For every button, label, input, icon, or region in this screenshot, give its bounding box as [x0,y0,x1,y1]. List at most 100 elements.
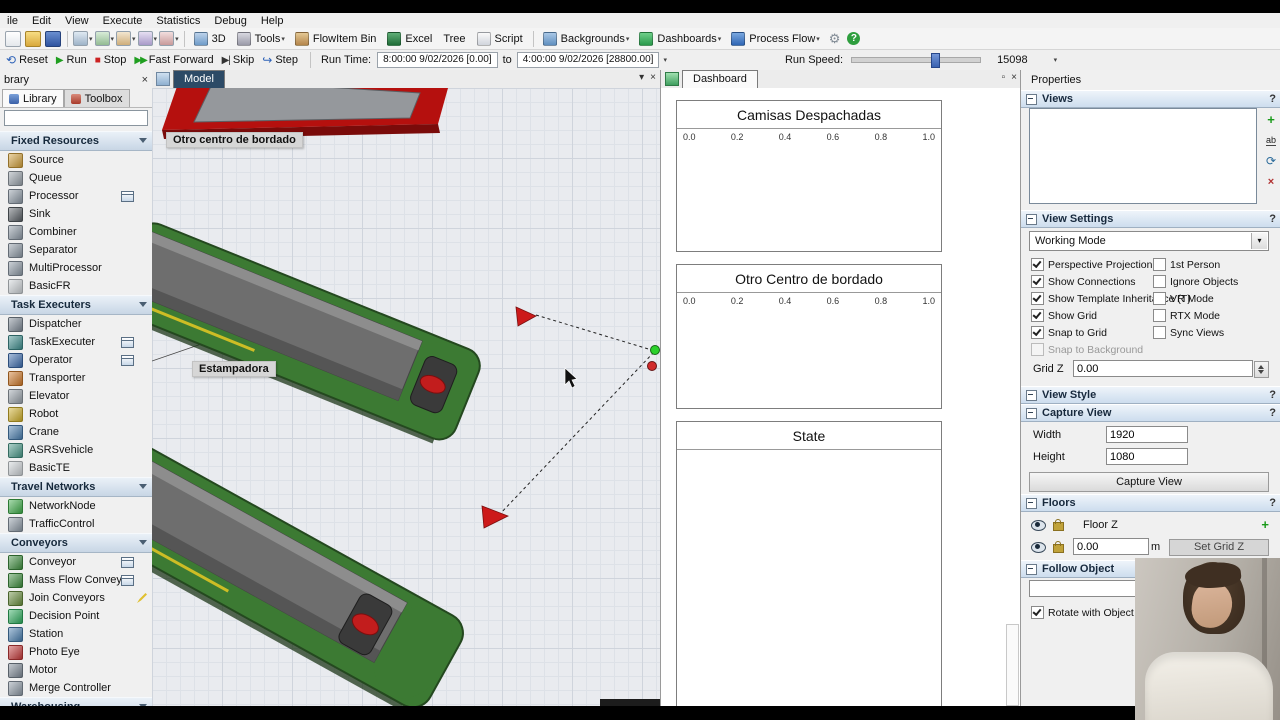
toolbar-button[interactable]: Tree [0,31,471,103]
library-item-extra-icon[interactable] [121,337,134,348]
tab-toolbox[interactable]: Toolbox [63,89,130,107]
step-button[interactable]: ↪ Step [262,53,298,67]
checkbox-row[interactable]: VR Mode [1153,290,1238,307]
checkbox-box[interactable] [1031,275,1044,288]
checkbox-row[interactable]: Snap to Grid [1031,324,1153,341]
section-view-settings[interactable]: View Settings ? [1021,210,1280,228]
menu-item[interactable]: ile [0,15,25,27]
library-row[interactable]: TrafficControl [0,515,152,533]
add-floor-icon[interactable]: + [1261,517,1269,532]
dashboard-close-icon[interactable]: × [1011,72,1017,83]
set-grid-z-button[interactable]: Set Grid Z [1169,539,1269,556]
checkbox-box[interactable] [1153,258,1166,271]
collapse-icon[interactable] [1026,93,1037,105]
port-node-red[interactable] [647,361,657,371]
library-row[interactable]: Station [0,625,152,643]
working-mode-select[interactable]: Working Mode ▾ [1029,231,1269,251]
views-listbox[interactable] [1029,108,1257,204]
library-row[interactable]: Motor [0,661,152,679]
library-row[interactable]: Robot [0,405,152,423]
chevron-down-icon[interactable]: ▾ [1251,233,1267,249]
save-model-icon[interactable] [45,30,61,47]
checkbox-box[interactable] [1153,275,1166,288]
library-item-extra-icon[interactable] [121,355,134,366]
library-row[interactable]: Travel Networks [0,477,152,497]
run-button[interactable]: ▶ Run [56,54,87,66]
visibility-eye-icon[interactable] [1031,542,1046,553]
fast-forward-button[interactable]: ▶▶ Fast Forward [134,54,213,66]
checkbox-box[interactable] [1031,606,1044,619]
run-speed-caret-icon[interactable]: ▾ [1054,56,1058,64]
toolbar-button[interactable]: Excel [382,31,438,47]
library-row[interactable]: Task Executers [0,295,152,315]
create-tool-button[interactable]: ▾ [116,31,136,46]
help-icon[interactable]: ? [1269,407,1276,419]
library-row[interactable]: MultiProcessor [0,259,152,277]
conveyor-estampadora[interactable] [152,218,485,450]
help-icon[interactable]: ? [1269,497,1276,509]
library-row[interactable]: Conveyors [0,533,152,553]
rotate-with-object-checkbox[interactable]: Rotate with Object [1031,604,1134,621]
run-speed-slider[interactable] [851,53,982,68]
capture-width-input[interactable] [1106,426,1188,443]
library-row[interactable]: Decision Point [0,607,152,625]
library-row[interactable]: Processor [0,187,152,205]
3d-scene[interactable]: Otro centro de bordado Estampadora [152,88,660,706]
collapse-icon[interactable] [1026,407,1037,419]
dashboard-chart[interactable]: Camisas Despachadas 0.0 0.2 0.4 0.6 0.8 1.0 [676,100,942,252]
library-row[interactable]: Crane [0,423,152,441]
close-icon[interactable]: × [142,74,148,86]
checkbox-box[interactable] [1031,309,1044,322]
library-row[interactable]: Warehousing [0,697,152,706]
checkbox-row[interactable]: Show Template Inheritance (T) [1031,290,1191,307]
reset-button[interactable]: ⟲ Reset [6,53,48,67]
open-model-icon[interactable] [25,30,41,47]
run-time-end-field[interactable]: 4:00:00 9/02/2026 [28800.00] [516,52,660,68]
walk-tool-button[interactable]: ▾ [137,31,157,46]
toolbar-button[interactable]: Dashboards ▾ [634,31,726,47]
library-search-input[interactable] [4,110,148,126]
checkbox-row[interactable]: RTX Mode [1153,307,1238,324]
menu-item[interactable]: Help [254,15,291,27]
settings-gear-icon[interactable]: ⚙ [829,31,841,47]
help-icon[interactable]: ? [1269,213,1276,225]
rename-view-icon[interactable]: ab [1265,135,1276,146]
toolbar-button[interactable]: Tools ▾ [232,31,290,47]
checkbox-row[interactable]: Ignore Objects [1153,273,1238,290]
toolbar-button[interactable]: Backgrounds ▾ [538,31,635,47]
checkbox-box[interactable] [1031,258,1044,271]
library-row[interactable]: TaskExecuter [0,333,152,351]
library-row[interactable]: Conveyor [0,553,152,571]
library-row[interactable]: Operator [0,351,152,369]
library-row[interactable]: Dispatcher [0,315,152,333]
tab-model[interactable]: Model [173,70,225,88]
toolbar-button[interactable]: Script [472,31,529,47]
checkbox-row[interactable]: Show Connections [1031,273,1153,290]
library-row[interactable]: BasicFR [0,277,152,295]
checkbox-box[interactable] [1153,292,1166,305]
library-row[interactable]: Merge Controller [0,679,152,697]
section-view-style[interactable]: View Style ? [1021,386,1280,404]
menu-item[interactable]: View [58,15,96,27]
dashboard-chart[interactable]: Otro Centro de bordado 0.0 0.2 0.4 0.6 0.8 1.… [676,264,942,409]
library-row[interactable]: Join Conveyors [0,589,152,607]
conveyor-lower[interactable] [152,440,470,706]
library-item-extra-icon[interactable] [121,557,134,568]
port-node-green[interactable] [650,345,660,355]
help-icon[interactable]: ? [1269,389,1276,401]
floor-z-input[interactable] [1073,538,1149,555]
menu-item[interactable]: Execute [96,15,150,27]
menu-item[interactable]: Debug [207,15,253,27]
dashboard-chart[interactable]: State [676,421,942,706]
toolbar-button[interactable]: FlowItem Bin [290,31,383,47]
collapse-icon[interactable] [1026,563,1037,575]
run-time-start-field[interactable]: 8:00:00 9/02/2026 [0.00] [377,52,498,68]
library-item-extra-icon[interactable] [121,575,134,586]
tab-dashboard[interactable]: Dashboard [682,70,758,88]
library-row[interactable]: Photo Eye [0,643,152,661]
checkbox-box[interactable] [1031,343,1044,356]
collapse-icon[interactable] [1026,213,1037,225]
library-row[interactable]: Mass Flow Conveyor [0,571,152,589]
toolbar-button[interactable]: 3D [189,31,232,47]
section-capture-view[interactable]: Capture View ? [1021,404,1280,422]
